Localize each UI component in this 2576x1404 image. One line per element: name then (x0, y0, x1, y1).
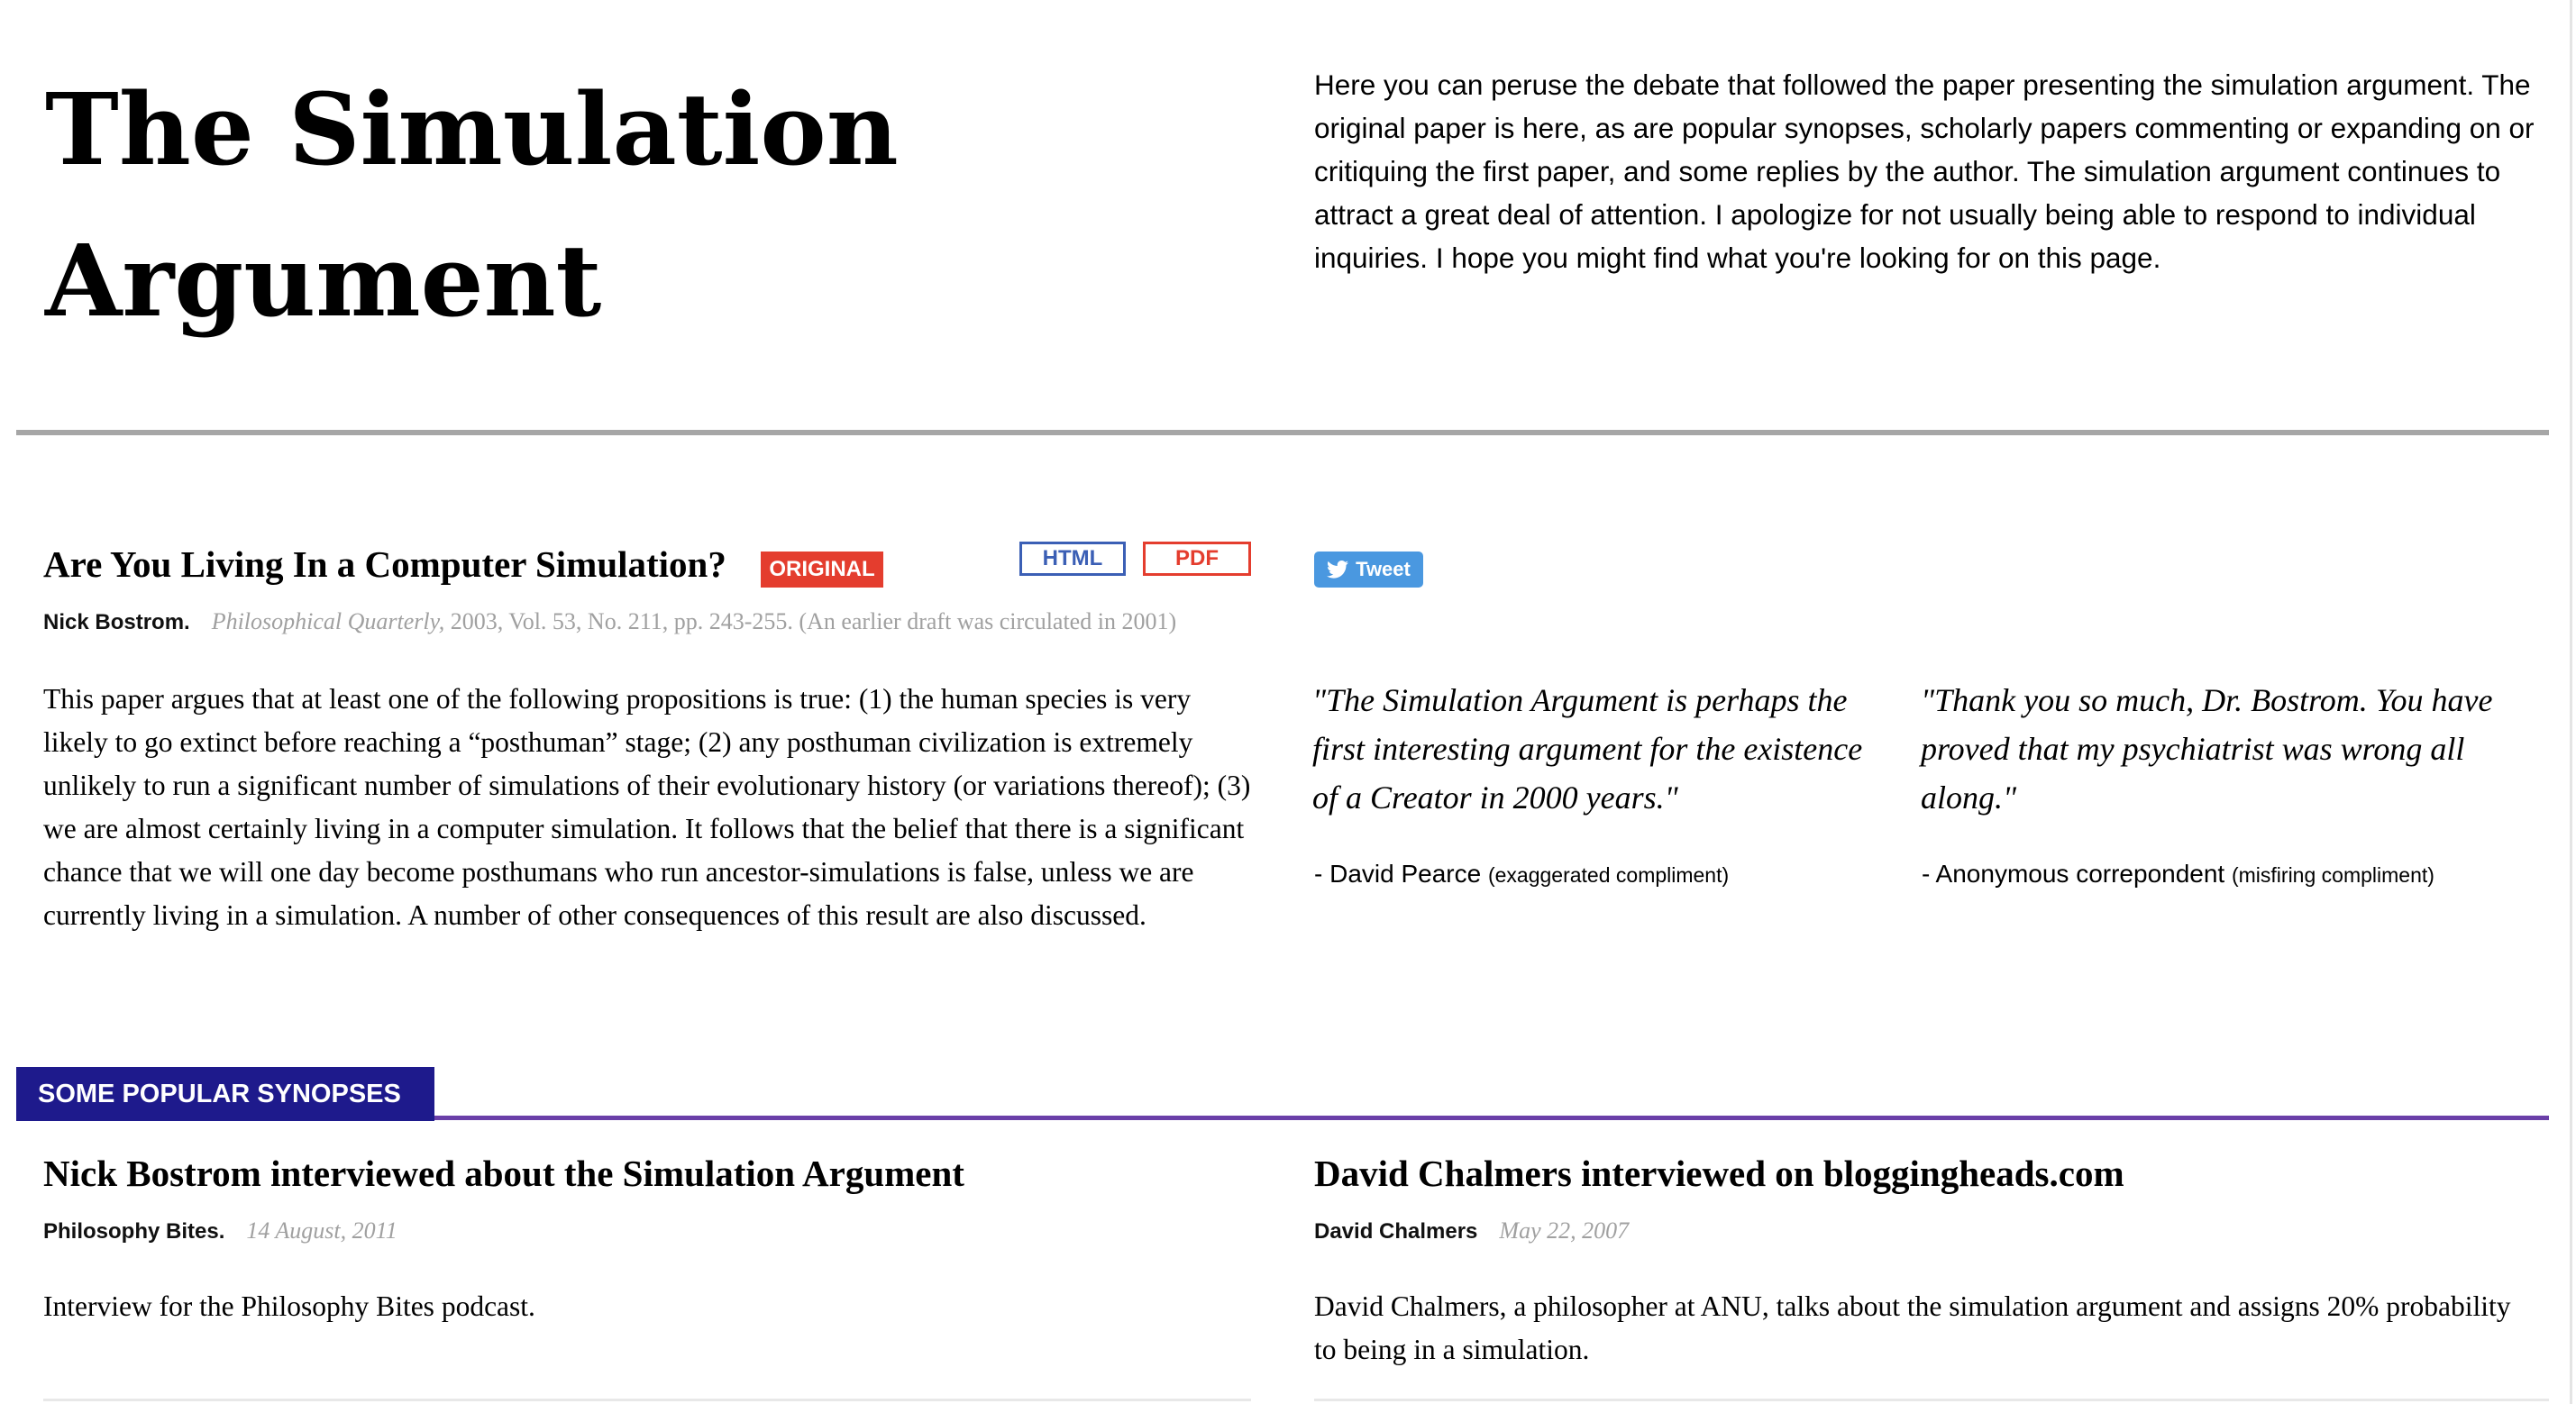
original-paper-byline: Nick Bostrom. Philosophical Quarterly, 20… (43, 604, 1176, 641)
header-divider (16, 430, 2549, 435)
synopsis-1-source: Philosophy Bites. (43, 1219, 225, 1244)
synopsis-2-title[interactable]: David Chalmers interviewed on blogginghe… (1314, 1146, 2124, 1200)
synopsis-2-source: David Chalmers (1314, 1219, 1478, 1244)
synopsis-2-description: David Chalmers, a philosopher at ANU, ta… (1314, 1290, 2511, 1365)
intro-text: Here you can peruse the debate that foll… (1314, 68, 2535, 274)
synopsis-1-byline: Philosophy Bites. 14 August, 2011 (43, 1213, 397, 1250)
tweet-label: Tweet (1356, 558, 1411, 580)
html-link-button[interactable]: HTML (1019, 542, 1126, 576)
quote-1-note: (exaggerated compliment) (1487, 863, 1730, 887)
citation: Philosophical Quarterly, 2003, Vol. 53, … (212, 608, 1176, 634)
quote-1: "The Simulation Argument is perhaps the … (1312, 682, 1863, 816)
quote-1-attribution: - David Pearce (exaggerated compliment) (1314, 856, 1729, 893)
original-paper-abstract: This paper argues that at least one of t… (43, 683, 1251, 931)
twitter-bird-icon (1327, 561, 1349, 579)
page-title-line-2: Argument (45, 223, 602, 339)
journal-name: Philosophical Quarterly, (211, 608, 445, 634)
synopsis-2-byline: David Chalmers May 22, 2007 (1314, 1213, 1629, 1250)
page-title: The Simulation Argument (45, 54, 946, 357)
citation-details: 2003, Vol. 53, No. 211, pp. 243-255. (An… (444, 608, 1177, 634)
synopsis-1-divider (43, 1399, 1251, 1401)
tweet-button[interactable]: Tweet (1314, 552, 1423, 588)
synopsis-2-divider (1314, 1399, 2549, 1401)
scrollbar-track[interactable] (2570, 0, 2572, 1404)
synopsis-1-description: Interview for the Philosophy Bites podca… (43, 1290, 535, 1322)
original-badge: ORIGINAL (761, 552, 883, 588)
quote-2-author: - Anonymous correpondent (1922, 860, 2232, 888)
original-paper-title[interactable]: Are You Living In a Computer Simulation? (43, 537, 726, 591)
quote-2: "Thank you so much, Dr. Bostrom. You hav… (1921, 682, 2493, 816)
quote-2-attribution: - Anonymous correpondent (misfiring comp… (1922, 856, 2434, 893)
pdf-link-button[interactable]: PDF (1143, 542, 1251, 576)
author-name: Nick Bostrom. (43, 610, 190, 634)
quote-1-author: - David Pearce (1314, 860, 1488, 888)
section-heading-popular-synopses: SOME POPULAR SYNOPSES (16, 1067, 434, 1121)
synopsis-1-date: 14 August, 2011 (246, 1217, 397, 1244)
synopsis-1-title[interactable]: Nick Bostrom interviewed about the Simul… (43, 1146, 964, 1200)
quote-2-note: (misfiring compliment) (2231, 863, 2434, 887)
synopsis-2-date: May 22, 2007 (1499, 1217, 1630, 1244)
page-title-line-1: The Simulation (45, 71, 899, 187)
